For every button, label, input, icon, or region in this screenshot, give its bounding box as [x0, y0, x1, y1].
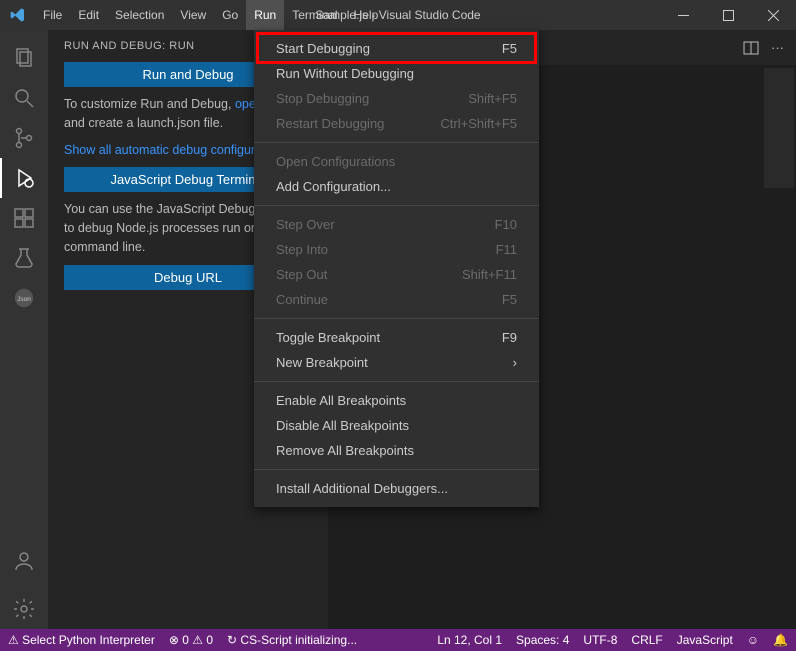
title-bar: FileEditSelectionViewGoRunTerminalHelp S… [0, 0, 796, 30]
run-debug-icon[interactable] [0, 158, 48, 198]
menu-item-start-debugging[interactable]: Start DebuggingF5 [254, 36, 539, 61]
python-interpreter-warning[interactable]: ⚠ Select Python Interpreter [8, 633, 155, 647]
menu-help[interactable]: Help [346, 0, 387, 30]
menu-separator [254, 205, 539, 206]
search-icon[interactable] [0, 78, 48, 118]
menu-item-remove-all-breakpoints[interactable]: Remove All Breakpoints [254, 438, 539, 463]
menu-item-step-over: Step OverF10 [254, 212, 539, 237]
menu-file[interactable]: File [35, 0, 70, 30]
indentation[interactable]: Spaces: 4 [516, 633, 569, 647]
settings-gear-icon[interactable] [0, 589, 48, 629]
menu-run[interactable]: Run [246, 0, 284, 30]
menu-item-open-configurations: Open Configurations [254, 149, 539, 174]
source-control-icon[interactable] [0, 118, 48, 158]
menu-separator [254, 381, 539, 382]
feedback-icon[interactable]: ☺ [747, 633, 759, 647]
minimize-button[interactable] [661, 0, 706, 30]
activity-bar: Json [0, 30, 48, 629]
menu-item-new-breakpoint[interactable]: New Breakpoint› [254, 350, 539, 375]
minimap[interactable] [764, 68, 794, 188]
status-bar: ⚠ Select Python Interpreter ⊗ 0 ⚠ 0 ↻ CS… [0, 629, 796, 651]
menu-item-restart-debugging: Restart DebuggingCtrl+Shift+F5 [254, 111, 539, 136]
maximize-button[interactable] [706, 0, 751, 30]
window-controls [661, 0, 796, 30]
cursor-position[interactable]: Ln 12, Col 1 [437, 633, 502, 647]
menu-item-run-without-debugging[interactable]: Run Without Debugging [254, 61, 539, 86]
menu-terminal[interactable]: Terminal [284, 0, 345, 30]
extensions-icon[interactable] [0, 198, 48, 238]
language-mode[interactable]: JavaScript [677, 633, 733, 647]
cs-script-status[interactable]: ↻ CS-Script initializing... [227, 633, 357, 647]
menu-separator [254, 318, 539, 319]
menu-edit[interactable]: Edit [70, 0, 107, 30]
testing-icon[interactable] [0, 238, 48, 278]
menu-item-step-out: Step OutShift+F11 [254, 262, 539, 287]
menu-item-add-configuration-[interactable]: Add Configuration... [254, 174, 539, 199]
svg-text:Json: Json [17, 296, 31, 303]
menu-item-install-additional-debuggers-[interactable]: Install Additional Debuggers... [254, 476, 539, 501]
menu-item-continue: ContinueF5 [254, 287, 539, 312]
problems-count[interactable]: ⊗ 0 ⚠ 0 [169, 633, 213, 647]
close-button[interactable] [751, 0, 796, 30]
eol[interactable]: CRLF [631, 633, 662, 647]
menu-go[interactable]: Go [214, 0, 246, 30]
menu-view[interactable]: View [172, 0, 214, 30]
explorer-icon[interactable] [0, 38, 48, 78]
accounts-icon[interactable] [0, 541, 48, 581]
menu-item-enable-all-breakpoints[interactable]: Enable All Breakpoints [254, 388, 539, 413]
menu-item-toggle-breakpoint[interactable]: Toggle BreakpointF9 [254, 325, 539, 350]
vscode-logo-icon [0, 7, 35, 23]
json-icon[interactable]: Json [0, 278, 48, 318]
menu-item-step-into: Step IntoF11 [254, 237, 539, 262]
menu-separator [254, 142, 539, 143]
menu-bar: FileEditSelectionViewGoRunTerminalHelp [35, 0, 386, 30]
encoding[interactable]: UTF-8 [583, 633, 617, 647]
menu-selection[interactable]: Selection [107, 0, 172, 30]
split-editor-icon[interactable] [743, 40, 759, 56]
menu-separator [254, 469, 539, 470]
menu-item-stop-debugging: Stop DebuggingShift+F5 [254, 86, 539, 111]
notifications-icon[interactable]: 🔔 [773, 633, 788, 647]
menu-item-disable-all-breakpoints[interactable]: Disable All Breakpoints [254, 413, 539, 438]
more-actions-icon[interactable]: ··· [771, 40, 784, 55]
run-menu-dropdown: Start DebuggingF5Run Without DebuggingSt… [254, 30, 539, 507]
